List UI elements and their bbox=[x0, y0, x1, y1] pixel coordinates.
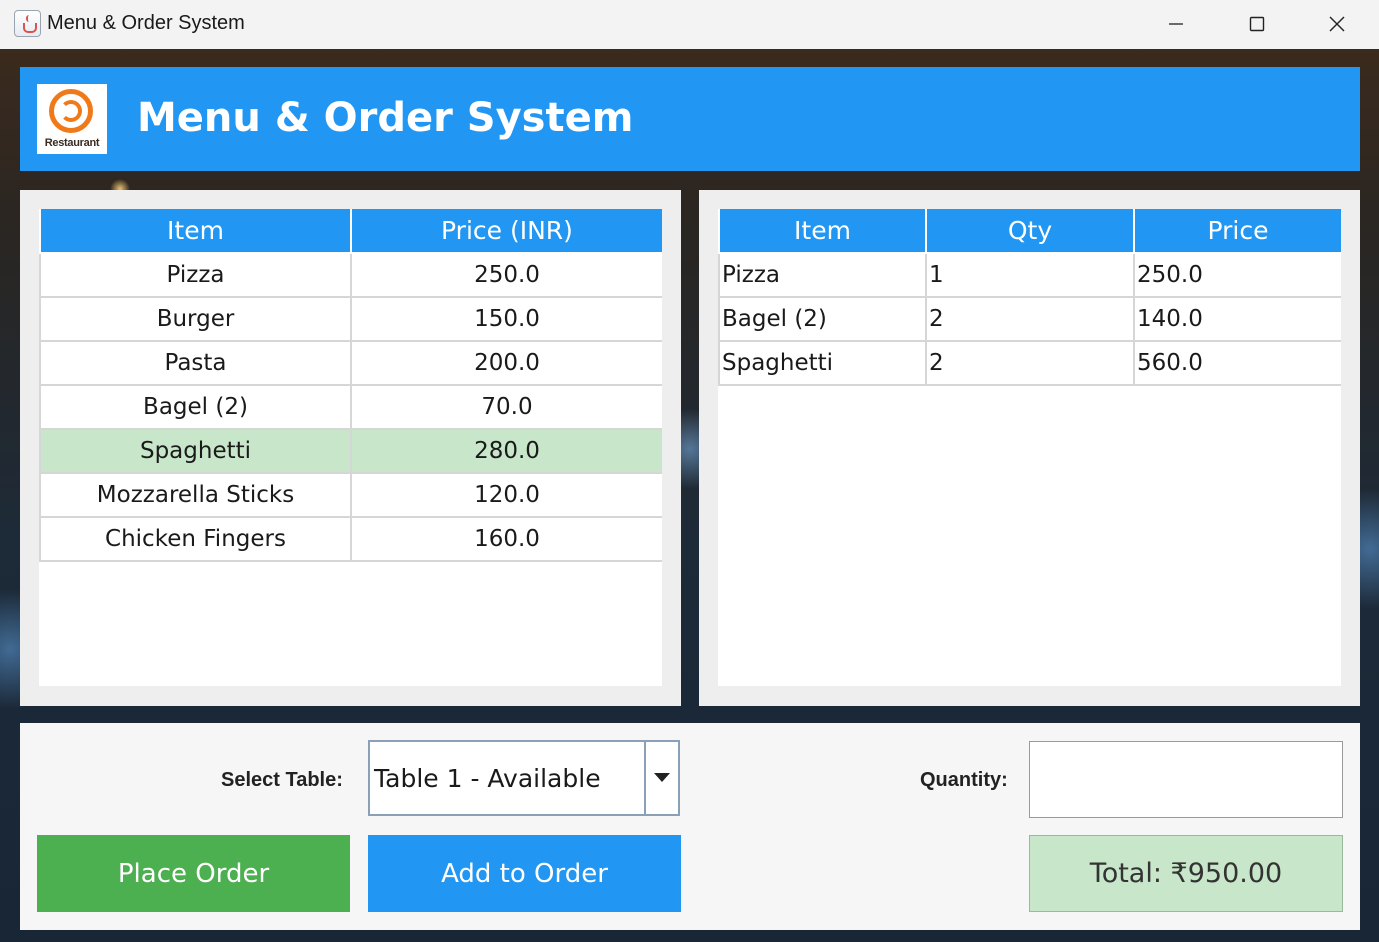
cell-price: 150.0 bbox=[350, 296, 662, 342]
total-display: Total: ₹950.00 bbox=[1029, 835, 1343, 912]
order-table-header: Item Qty Price bbox=[718, 209, 1341, 254]
cell-price: 120.0 bbox=[350, 472, 662, 518]
dropdown-arrow-button[interactable] bbox=[646, 742, 678, 814]
column-header-item[interactable]: Item bbox=[39, 209, 352, 254]
menu-table-scroll[interactable]: Item Price (INR) Pizza 250.0 Burger 150.0 … bbox=[39, 209, 662, 686]
java-coffee-cup-icon bbox=[14, 10, 41, 37]
cell-price: 250.0 bbox=[350, 252, 662, 298]
order-panel: Item Qty Price Pizza 1 250.0 Bagel (2) 2 140… bbox=[699, 190, 1360, 706]
column-header-qty[interactable]: Qty bbox=[925, 209, 1135, 254]
cell-item: Mozzarella Sticks bbox=[39, 472, 352, 518]
minimize-button[interactable] bbox=[1136, 0, 1216, 48]
quantity-label: Quantity: bbox=[920, 769, 1008, 791]
maximize-button[interactable] bbox=[1217, 0, 1297, 48]
table-row[interactable]: Mozzarella Sticks 120.0 bbox=[39, 472, 662, 518]
cell-price: 160.0 bbox=[350, 516, 662, 562]
table-row[interactable]: Pasta 200.0 bbox=[39, 340, 662, 386]
close-icon bbox=[1329, 16, 1345, 32]
table-select-value[interactable]: Table 1 - Available bbox=[370, 742, 646, 814]
menu-table: Item Price (INR) Pizza 250.0 Burger 150.0 … bbox=[39, 209, 662, 562]
column-header-item[interactable]: Item bbox=[718, 209, 927, 254]
menu-panel: Item Price (INR) Pizza 250.0 Burger 150.0 … bbox=[20, 190, 681, 706]
minimize-icon bbox=[1169, 23, 1183, 25]
page-title: Menu & Order System bbox=[137, 95, 634, 141]
logo-inner-mark bbox=[60, 100, 82, 122]
cell-item: Pizza bbox=[39, 252, 352, 298]
table-row[interactable]: Spaghetti 2 560.0 bbox=[718, 340, 1341, 386]
cell-item: Burger bbox=[39, 296, 352, 342]
controls-panel: Select Table: Table 1 - Available Quanti… bbox=[20, 723, 1360, 930]
cell-price: 70.0 bbox=[350, 384, 662, 430]
order-table-scroll[interactable]: Item Qty Price Pizza 1 250.0 Bagel (2) 2 140… bbox=[718, 209, 1341, 686]
table-select-dropdown[interactable]: Table 1 - Available bbox=[368, 740, 680, 816]
table-row[interactable]: Chicken Fingers 160.0 bbox=[39, 516, 662, 562]
table-row[interactable]: Burger 150.0 bbox=[39, 296, 662, 342]
column-header-price[interactable]: Price bbox=[1133, 209, 1341, 254]
cell-item: Bagel (2) bbox=[39, 384, 352, 430]
cell-price: 280.0 bbox=[350, 428, 662, 474]
table-row[interactable]: Pizza 1 250.0 bbox=[718, 252, 1341, 298]
cell-item: Pizza bbox=[718, 252, 927, 298]
cell-item: Bagel (2) bbox=[718, 296, 927, 342]
chevron-down-icon bbox=[654, 773, 670, 782]
window-titlebar: Menu & Order System bbox=[0, 0, 1379, 49]
cell-item: Spaghetti bbox=[39, 428, 352, 474]
app-header: Restaurant Menu & Order System bbox=[20, 67, 1360, 171]
table-row[interactable]: Pizza 250.0 bbox=[39, 252, 662, 298]
table-row[interactable]: Bagel (2) 2 140.0 bbox=[718, 296, 1341, 342]
place-order-button[interactable]: Place Order bbox=[37, 835, 350, 912]
cell-price: 560.0 bbox=[1133, 340, 1341, 386]
quantity-input[interactable] bbox=[1029, 741, 1343, 818]
table-row-selected[interactable]: Spaghetti 280.0 bbox=[39, 428, 662, 474]
cell-qty: 2 bbox=[925, 340, 1135, 386]
menu-table-header: Item Price (INR) bbox=[39, 209, 662, 254]
cell-qty: 2 bbox=[925, 296, 1135, 342]
window-title: Menu & Order System bbox=[47, 12, 245, 34]
cell-price: 140.0 bbox=[1133, 296, 1341, 342]
cell-item: Pasta bbox=[39, 340, 352, 386]
logo-text: Restaurant bbox=[44, 137, 100, 149]
close-button[interactable] bbox=[1297, 0, 1377, 48]
cell-item: Chicken Fingers bbox=[39, 516, 352, 562]
column-header-price[interactable]: Price (INR) bbox=[350, 209, 662, 254]
order-table: Item Qty Price Pizza 1 250.0 Bagel (2) 2 140… bbox=[718, 209, 1341, 386]
cell-qty: 1 bbox=[925, 252, 1135, 298]
add-to-order-button[interactable]: Add to Order bbox=[368, 835, 681, 912]
cell-item: Spaghetti bbox=[718, 340, 927, 386]
select-table-label: Select Table: bbox=[221, 769, 343, 791]
cell-price: 250.0 bbox=[1133, 252, 1341, 298]
restaurant-logo-icon: Restaurant bbox=[37, 84, 107, 154]
cell-price: 200.0 bbox=[350, 340, 662, 386]
table-row[interactable]: Bagel (2) 70.0 bbox=[39, 384, 662, 430]
maximize-icon bbox=[1249, 16, 1265, 32]
